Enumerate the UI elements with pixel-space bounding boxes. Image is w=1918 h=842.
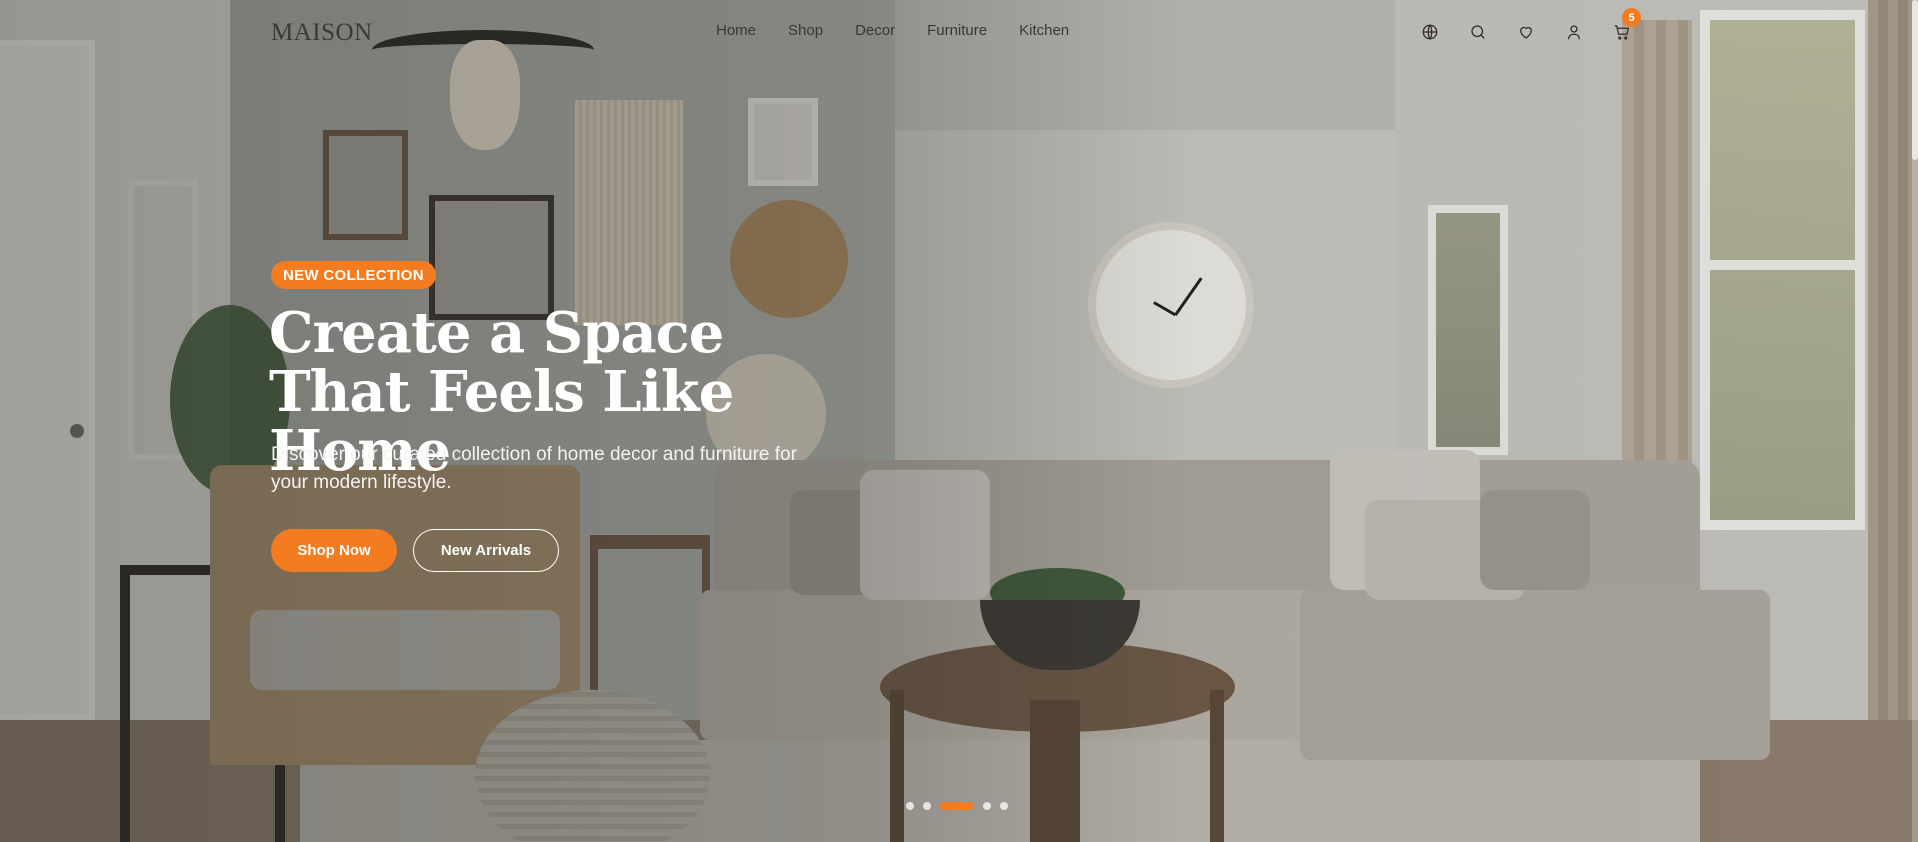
slider-dot-active[interactable]: [940, 802, 974, 810]
nav-item-home[interactable]: Home: [716, 22, 756, 39]
site-header: MAISON Home Shop Decor Furniture Kitchen: [0, 0, 1918, 64]
slider-dot[interactable]: [983, 802, 991, 810]
nav-item-furniture[interactable]: Furniture: [927, 22, 987, 39]
search-icon: [1471, 25, 1485, 39]
new-arrivals-button[interactable]: New Arrivals: [413, 529, 559, 572]
header-icons: 5: [1418, 8, 1658, 44]
wishlist-button[interactable]: [1514, 20, 1538, 44]
slider-dot[interactable]: [1000, 802, 1008, 810]
brand-logo[interactable]: MAISON: [271, 19, 373, 47]
slider-pagination: [906, 802, 1017, 810]
shop-now-button[interactable]: Shop Now: [271, 529, 397, 572]
collection-badge: NEW COLLECTION: [271, 261, 436, 289]
globe-icon: [1422, 24, 1438, 40]
scrollbar-thumb[interactable]: [1912, 0, 1918, 160]
cart-count-badge: 5: [1622, 8, 1641, 27]
search-button[interactable]: [1466, 20, 1490, 44]
heart-icon: [1520, 26, 1532, 39]
language-button[interactable]: [1418, 20, 1442, 44]
account-button[interactable]: [1562, 20, 1586, 44]
nav-item-kitchen[interactable]: Kitchen: [1019, 22, 1069, 39]
slider-dot[interactable]: [923, 802, 931, 810]
slider-dot[interactable]: [906, 802, 914, 810]
nav-item-shop[interactable]: Shop: [788, 22, 823, 39]
nav-item-decor[interactable]: Decor: [855, 22, 895, 39]
main-nav: Home Shop Decor Furniture Kitchen: [716, 22, 1101, 39]
cart-button[interactable]: 5: [1610, 8, 1641, 44]
hero-subtext: Discover our curated collection of home …: [271, 444, 797, 493]
user-icon: [1568, 25, 1580, 40]
